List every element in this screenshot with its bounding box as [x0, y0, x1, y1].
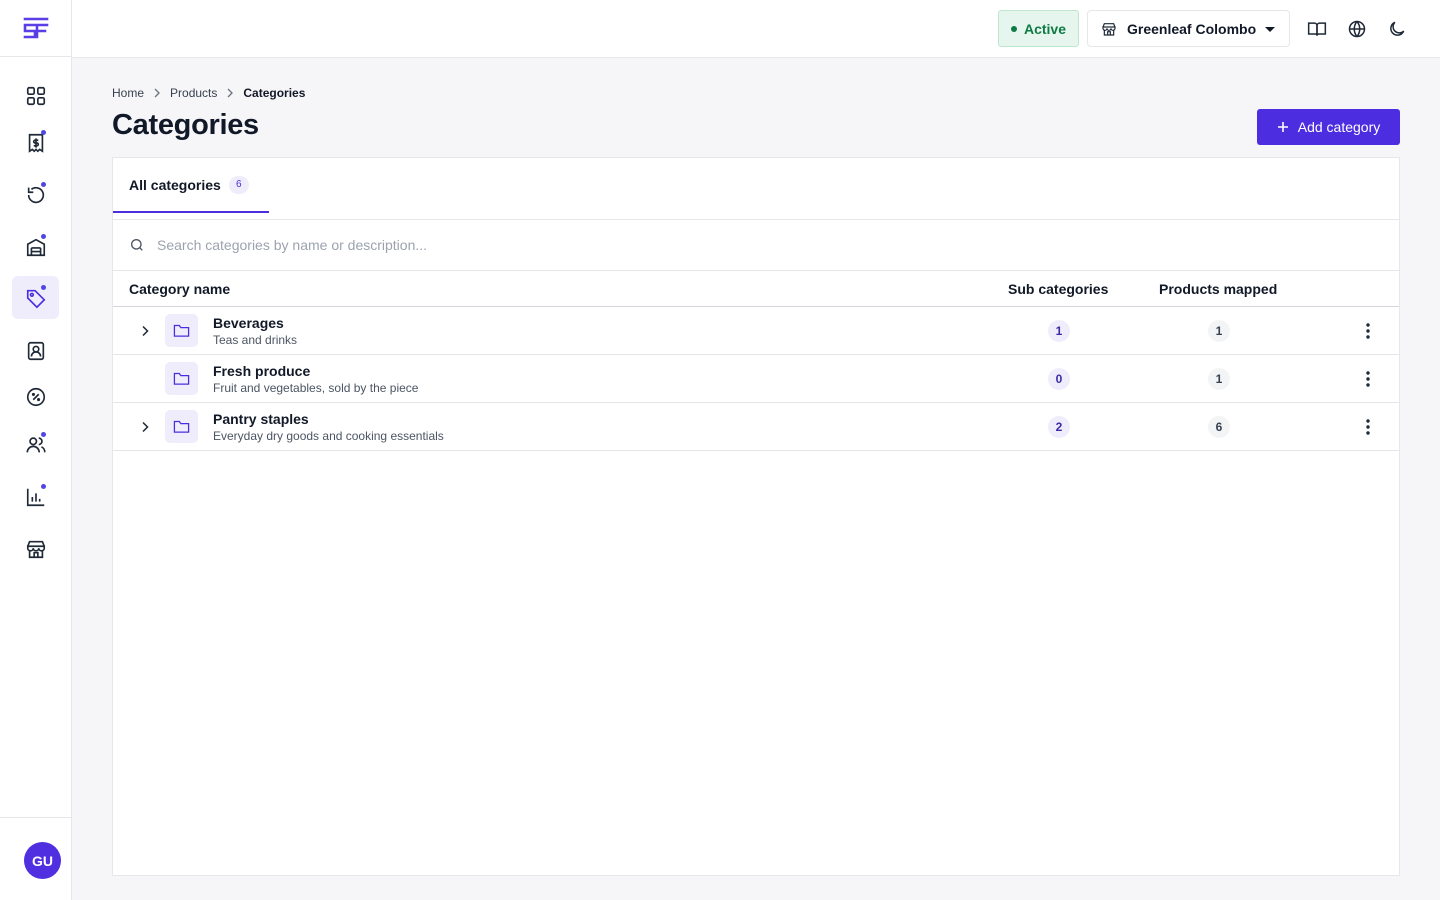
products-mapped-count: 6	[1208, 416, 1230, 438]
tab-label: All categories	[129, 176, 221, 193]
sub-categories-count: 0	[1048, 368, 1070, 390]
row-actions-button[interactable]	[1357, 319, 1379, 343]
chevron-right-icon	[154, 88, 160, 98]
tab-bar: All categories 6	[113, 158, 1399, 220]
search-bar	[113, 220, 1399, 271]
chevron-right-icon	[227, 88, 234, 98]
tab-all-categories[interactable]: All categories 6	[113, 158, 269, 213]
row-actions-button[interactable]	[1357, 415, 1379, 439]
notification-dot	[41, 130, 46, 135]
table-row[interactable]: Fresh produce Fruit and vegetables, sold…	[113, 355, 1399, 403]
more-vertical-icon	[1366, 323, 1370, 339]
category-name: Beverages	[213, 315, 284, 331]
expand-button[interactable]	[135, 321, 155, 341]
sidebar: GU	[0, 0, 72, 900]
tab-count-badge: 6	[228, 175, 249, 194]
category-name: Pantry staples	[213, 411, 309, 427]
folder-icon-wrap	[165, 410, 198, 443]
table-header: Category name Sub categories Products ma…	[113, 271, 1399, 307]
category-description: Everyday dry goods and cooking essential…	[213, 429, 444, 443]
logo[interactable]	[0, 0, 71, 57]
store-icon	[26, 540, 45, 558]
caret-down-icon	[1265, 27, 1275, 32]
nav-contacts[interactable]	[12, 329, 59, 372]
add-category-button[interactable]: Add category	[1257, 109, 1400, 145]
notification-dot	[41, 285, 46, 290]
store-name: Greenleaf Colombo	[1127, 20, 1257, 37]
folder-icon-wrap	[165, 362, 198, 395]
more-vertical-icon	[1366, 419, 1370, 435]
column-header-name[interactable]: Category name	[129, 281, 230, 297]
nav-users[interactable]	[12, 423, 59, 466]
notification-dot	[41, 182, 46, 187]
notification-dot	[41, 484, 46, 489]
nav-categories[interactable]	[12, 276, 59, 319]
nav-returns[interactable]	[12, 173, 59, 216]
status-label: Active	[1023, 20, 1067, 37]
category-description: Teas and drinks	[213, 333, 298, 347]
products-mapped-count: 1	[1208, 320, 1230, 342]
book-icon	[1307, 22, 1327, 36]
avatar[interactable]: GU	[24, 842, 61, 879]
table-row[interactable]: Pantry staples Everyday dry goods and co…	[113, 403, 1399, 451]
sub-categories-count: 1	[1048, 320, 1070, 342]
search-input[interactable]	[157, 237, 757, 253]
chevron-right-icon	[142, 325, 149, 337]
status-dot	[1010, 25, 1017, 32]
search-icon	[131, 239, 143, 251]
status-badge: Active	[998, 10, 1079, 47]
nav-invoices[interactable]	[12, 121, 59, 164]
docs-button[interactable]	[1306, 18, 1328, 40]
language-button[interactable]	[1346, 18, 1368, 40]
more-vertical-icon	[1366, 371, 1370, 387]
top-header: Active Greenleaf Colombo	[72, 0, 1440, 58]
dashboard-icon	[26, 86, 45, 105]
chevron-right-icon	[142, 421, 149, 433]
folder-icon-wrap	[165, 314, 198, 347]
store-icon	[1102, 22, 1116, 36]
expand-button[interactable]	[135, 417, 155, 437]
breadcrumb: Home Products Categories	[112, 86, 305, 100]
nav-dashboard[interactable]	[12, 74, 59, 117]
nav-stores[interactable]	[12, 527, 59, 570]
folder-icon	[173, 372, 190, 385]
table-row[interactable]: Beverages Teas and drinks 1 1	[113, 307, 1399, 355]
page-title: Categories	[112, 109, 259, 141]
categories-card: All categories 6 Category name Sub categ…	[112, 157, 1400, 876]
brand-logo-icon	[23, 17, 48, 39]
discount-icon	[26, 387, 45, 406]
theme-toggle[interactable]	[1386, 18, 1408, 40]
category-description: Fruit and vegetables, sold by the piece	[213, 381, 419, 395]
column-header-products-mapped[interactable]: Products mapped	[1159, 281, 1277, 297]
column-header-sub-categories[interactable]: Sub categories	[1008, 281, 1108, 297]
plus-icon	[1277, 122, 1288, 132]
contacts-icon	[27, 341, 44, 360]
category-name: Fresh produce	[213, 363, 311, 379]
add-category-label: Add category	[1297, 119, 1381, 135]
breadcrumb-current: Categories	[243, 86, 306, 100]
products-mapped-count: 1	[1208, 368, 1230, 390]
nav-warehouse[interactable]	[12, 225, 59, 268]
store-selector[interactable]: Greenleaf Colombo	[1087, 10, 1290, 47]
nav-discounts[interactable]	[12, 375, 59, 418]
folder-icon	[173, 420, 190, 433]
row-actions-button[interactable]	[1357, 367, 1379, 391]
notification-dot	[41, 234, 46, 239]
sub-categories-count: 2	[1048, 416, 1070, 438]
nav-reports[interactable]	[12, 475, 59, 518]
moon-icon	[1390, 21, 1405, 36]
folder-icon	[173, 324, 190, 337]
sidebar-footer: GU	[0, 817, 71, 900]
breadcrumb-home[interactable]: Home	[112, 86, 144, 100]
notification-dot	[41, 432, 46, 437]
breadcrumb-products[interactable]: Products	[170, 86, 217, 100]
globe-icon	[1348, 20, 1366, 38]
